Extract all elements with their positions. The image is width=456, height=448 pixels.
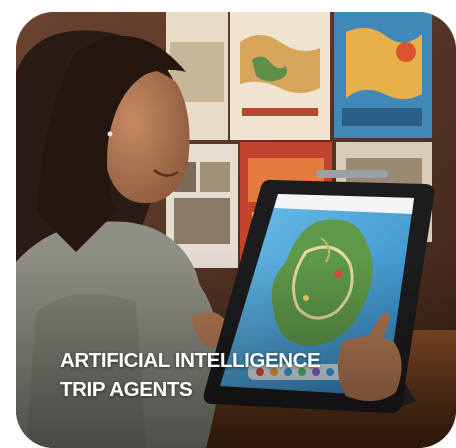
caption-line-1: ARTIFICIAL INTELLIGENCE — [60, 349, 321, 372]
caption-line-2: TRIP AGENTS — [60, 378, 193, 401]
hero-caption: ARTIFICIAL INTELLIGENCE TRIP AGENTS — [60, 346, 321, 404]
hero-card[interactable]: ARTIFICIAL INTELLIGENCE TRIP AGENTS — [16, 12, 456, 448]
